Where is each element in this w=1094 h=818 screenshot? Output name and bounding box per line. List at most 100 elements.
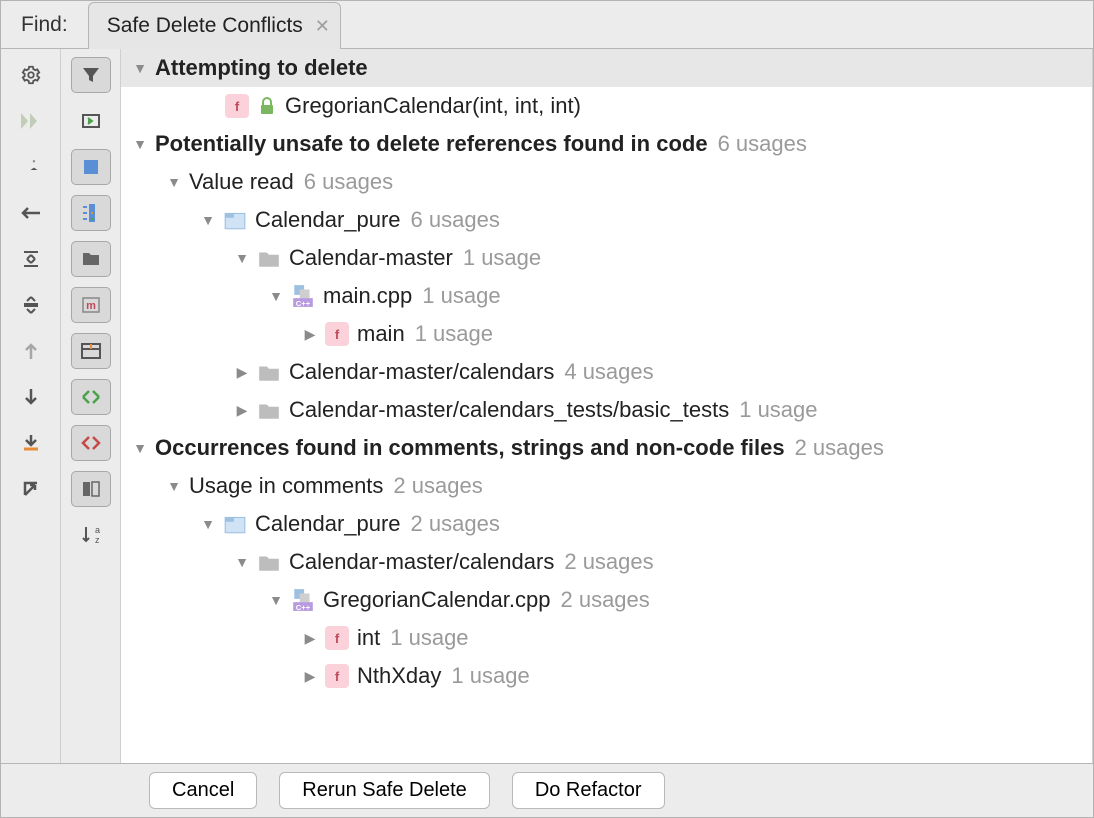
node-label: Calendar-master/calendars_tests/basic_te… xyxy=(289,397,729,423)
rerun-icon[interactable] xyxy=(11,103,51,139)
usage-count: 2 usages xyxy=(560,587,649,613)
usage-count: 1 usage xyxy=(390,625,468,651)
folder-icon xyxy=(257,550,281,574)
chevron-down-icon[interactable] xyxy=(267,288,285,304)
chevron-down-icon[interactable] xyxy=(165,478,183,494)
chevron-down-icon[interactable] xyxy=(131,60,149,76)
bottom-bar: Cancel Rerun Safe Delete Do Refactor xyxy=(1,763,1093,817)
left-toolbar xyxy=(1,49,61,763)
node-label: Calendar_pure xyxy=(255,511,401,537)
tree-node-dir[interactable]: Calendar-master/calendars_tests/basic_te… xyxy=(121,391,1092,429)
section-unsafe[interactable]: Potentially unsafe to delete references … xyxy=(121,125,1092,163)
group-method-icon[interactable]: m xyxy=(71,287,111,323)
tree-node-function[interactable]: f NthXday 1 usage xyxy=(121,657,1092,695)
group-module-icon[interactable] xyxy=(71,149,111,185)
tree-node-usage-in-comments[interactable]: Usage in comments 2 usages xyxy=(121,467,1092,505)
svg-text:m: m xyxy=(86,300,96,312)
autoscroll-source-icon[interactable] xyxy=(71,103,111,139)
chevron-down-icon[interactable] xyxy=(199,212,217,228)
target-name: GregorianCalendar(int, int, int) xyxy=(285,93,581,119)
node-label: int xyxy=(357,625,380,651)
node-label: NthXday xyxy=(357,663,441,689)
tree-node-value-read[interactable]: Value read 6 usages xyxy=(121,163,1092,201)
show-read-icon[interactable] xyxy=(71,379,111,415)
target-row[interactable]: f GregorianCalendar(int, int, int) xyxy=(121,87,1092,125)
usage-count: 6 usages xyxy=(718,131,807,157)
section-attempting[interactable]: Attempting to delete xyxy=(121,49,1092,87)
function-icon: f xyxy=(225,94,249,118)
node-label: Calendar-master/calendars xyxy=(289,549,554,575)
function-icon: f xyxy=(325,664,349,688)
find-label: Find: xyxy=(1,13,88,37)
cancel-button[interactable]: Cancel xyxy=(149,772,257,809)
cpp-file-icon: C++ xyxy=(291,284,315,308)
node-label: Calendar_pure xyxy=(255,207,401,233)
tree-node-dir[interactable]: Calendar-master/calendars 4 usages xyxy=(121,353,1092,391)
section-title: Attempting to delete xyxy=(155,55,368,81)
node-label: Calendar-master/calendars xyxy=(289,359,554,385)
group-usage-type-icon[interactable] xyxy=(71,195,111,231)
group-file-structure-icon[interactable] xyxy=(71,241,111,277)
usage-count: 1 usage xyxy=(451,663,529,689)
chevron-down-icon[interactable] xyxy=(233,250,251,266)
folder-icon xyxy=(257,398,281,422)
collapse-all-icon[interactable] xyxy=(11,287,51,323)
preview-icon[interactable] xyxy=(71,471,111,507)
usage-count: 6 usages xyxy=(411,207,500,233)
chevron-down-icon[interactable] xyxy=(165,174,183,190)
settings-icon[interactable] xyxy=(11,57,51,93)
sort-alpha-icon[interactable]: az xyxy=(71,517,111,553)
usage-count: 6 usages xyxy=(304,169,393,195)
tree-node-project[interactable]: Calendar_pure 6 usages xyxy=(121,201,1092,239)
node-label: main.cpp xyxy=(323,283,412,309)
tree-node-file[interactable]: C++ main.cpp 1 usage xyxy=(121,277,1092,315)
show-write-icon[interactable] xyxy=(71,425,111,461)
show-import-icon[interactable] xyxy=(71,333,111,369)
open-new-tab-icon[interactable] xyxy=(11,471,51,507)
tree-node-project[interactable]: Calendar_pure 2 usages xyxy=(121,505,1092,543)
function-icon: f xyxy=(325,626,349,650)
tree-node-function[interactable]: f int 1 usage xyxy=(121,619,1092,657)
pin-icon[interactable] xyxy=(11,149,51,185)
chevron-down-icon[interactable] xyxy=(199,516,217,532)
usage-count: 2 usages xyxy=(411,511,500,537)
chevron-down-icon[interactable] xyxy=(267,592,285,608)
next-occurrence-icon[interactable] xyxy=(11,379,51,415)
node-label: GregorianCalendar.cpp xyxy=(323,587,550,613)
tree-node-dir[interactable]: Calendar-master 1 usage xyxy=(121,239,1092,277)
tree-node-file[interactable]: C++ GregorianCalendar.cpp 2 usages xyxy=(121,581,1092,619)
back-icon[interactable] xyxy=(11,195,51,231)
usage-count: 1 usage xyxy=(415,321,493,347)
tree-node-function[interactable]: f main 1 usage xyxy=(121,315,1092,353)
lock-icon xyxy=(257,94,277,118)
chevron-down-icon[interactable] xyxy=(233,554,251,570)
chevron-down-icon[interactable] xyxy=(131,136,149,152)
usage-count: 2 usages xyxy=(564,549,653,575)
export-icon[interactable] xyxy=(11,425,51,461)
usage-count: 1 usage xyxy=(422,283,500,309)
function-icon: f xyxy=(325,322,349,346)
svg-text:a: a xyxy=(95,525,100,535)
tree-node-dir[interactable]: Calendar-master/calendars 2 usages xyxy=(121,543,1092,581)
usage-count: 4 usages xyxy=(564,359,653,385)
chevron-right-icon[interactable] xyxy=(301,630,319,647)
chevron-down-icon[interactable] xyxy=(131,440,149,456)
module-icon xyxy=(223,512,247,536)
close-icon[interactable]: ✕ xyxy=(315,16,330,37)
expand-all-icon[interactable] xyxy=(11,241,51,277)
usage-tree[interactable]: Attempting to delete f GregorianCalendar… xyxy=(121,49,1093,763)
node-label: Usage in comments xyxy=(189,473,383,499)
chevron-right-icon[interactable] xyxy=(233,364,251,381)
chevron-right-icon[interactable] xyxy=(233,402,251,419)
tab-safe-delete-conflicts[interactable]: Safe Delete Conflicts ✕ xyxy=(88,2,341,49)
filter-icon[interactable] xyxy=(71,57,111,93)
rerun-safe-delete-button[interactable]: Rerun Safe Delete xyxy=(279,772,490,809)
chevron-right-icon[interactable] xyxy=(301,326,319,343)
do-refactor-button[interactable]: Do Refactor xyxy=(512,772,665,809)
section-comments[interactable]: Occurrences found in comments, strings a… xyxy=(121,429,1092,467)
svg-text:C++: C++ xyxy=(296,603,311,612)
usage-count: 2 usages xyxy=(393,473,482,499)
svg-text:z: z xyxy=(95,535,100,545)
chevron-right-icon[interactable] xyxy=(301,668,319,685)
prev-occurrence-icon[interactable] xyxy=(11,333,51,369)
